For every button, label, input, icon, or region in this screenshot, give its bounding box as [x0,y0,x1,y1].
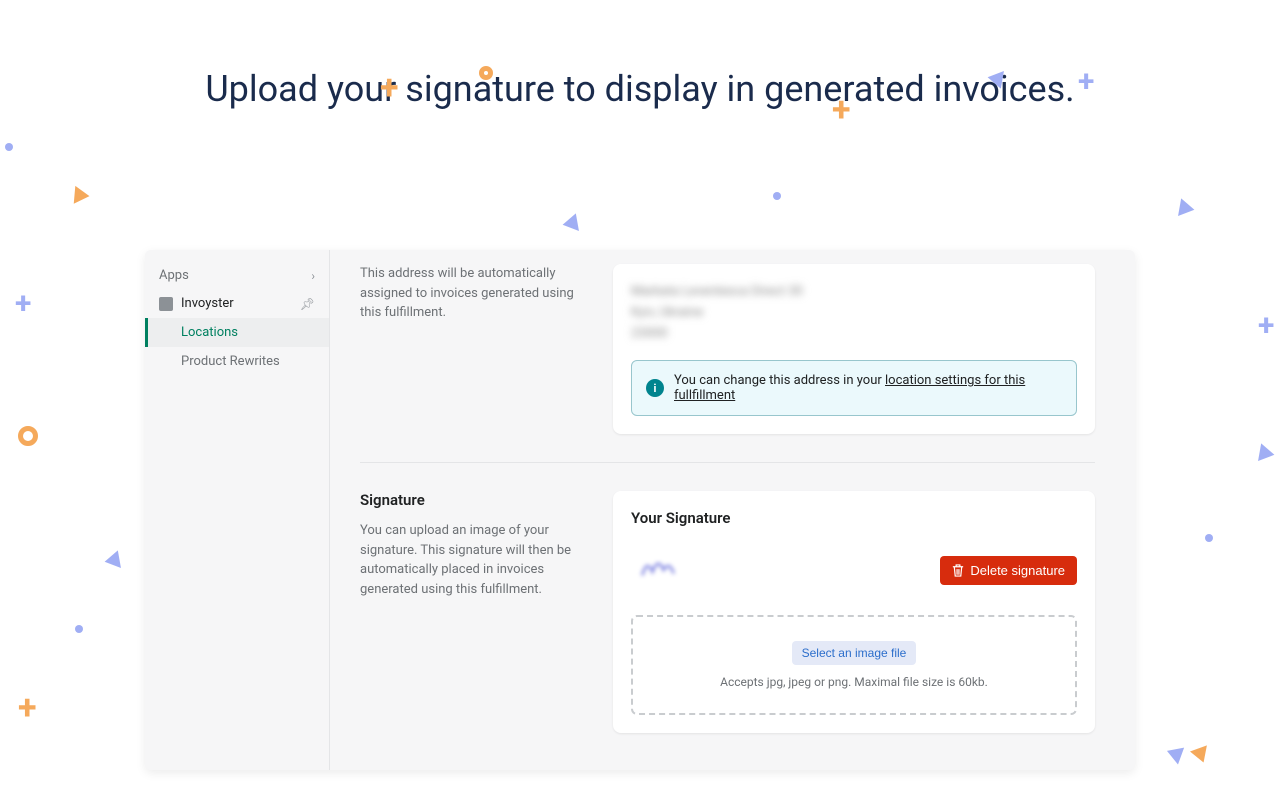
trash-icon [952,564,964,577]
sidebar-item-product-rewrites[interactable]: Product Rewrites [145,347,329,376]
sidebar-item-label: Product Rewrites [181,354,280,369]
sidebar-item-locations[interactable]: Locations [145,318,329,347]
sidebar: Apps › Invoyster 📌︎ Locations Product Re… [145,250,330,770]
deco-plus-icon: + [1078,64,1094,99]
deco-plus-icon: + [832,90,851,130]
signature-preview [631,545,687,595]
deco-triangle-icon [1190,745,1212,765]
signature-title: Signature [360,491,585,509]
deco-triangle-icon [1178,198,1196,218]
address-card: Markata Leventesca Direct 30 Kyiv, Ukrai… [613,264,1095,434]
deco-triangle-icon [74,186,91,205]
app-window: Apps › Invoyster 📌︎ Locations Product Re… [145,250,1135,770]
main-content: This address will be automatically assig… [330,250,1135,770]
delete-label: Delete signature [970,563,1065,578]
deco-triangle-icon [103,550,121,570]
deco-plus-icon: + [18,688,37,728]
sidebar-item-label: Locations [181,325,238,340]
deco-plus-icon: + [15,286,31,321]
pin-icon[interactable]: 📌︎ [300,297,315,311]
deco-triangle-icon [986,68,1004,88]
sidebar-app-invoyster[interactable]: Invoyster 📌︎ [145,289,329,318]
signature-section: Signature You can upload an image of you… [360,491,1095,761]
info-icon: i [646,379,664,397]
deco-circle-icon [773,192,781,200]
deco-triangle-icon [1258,443,1276,463]
deco-triangle-icon [561,213,579,233]
deco-circle-icon [5,143,13,151]
upload-dropzone[interactable]: Select an image file Accepts jpg, jpeg o… [631,615,1077,715]
deco-circle-icon [75,625,83,633]
sidebar-header-label: Apps [159,268,189,283]
deco-circle-icon [1205,534,1213,542]
info-banner: i You can change this address in your lo… [631,360,1077,416]
signature-image-icon [639,555,677,581]
sidebar-apps-header[interactable]: Apps › [145,262,329,289]
address-description: This address will be automatically assig… [360,264,585,323]
signature-description: You can upload an image of your signatur… [360,521,585,599]
delete-signature-button[interactable]: Delete signature [940,556,1077,585]
deco-circle-icon [18,426,38,446]
deco-circle-icon [479,66,493,80]
address-section: This address will be automatically assig… [360,264,1095,463]
deco-triangle-icon [1164,742,1184,764]
signature-card: Your Signature Delete signature [613,491,1095,733]
sidebar-app-label: Invoyster [181,296,234,311]
deco-plus-icon: + [380,68,399,108]
select-file-button[interactable]: Select an image file [792,641,917,665]
address-preview: Markata Leventesca Direct 30 Kyiv, Ukrai… [631,282,1077,344]
chevron-right-icon: › [311,269,315,283]
upload-hint: Accepts jpg, jpeg or png. Maximal file s… [657,675,1051,689]
your-signature-title: Your Signature [631,509,1077,527]
deco-plus-icon: + [1258,308,1274,343]
app-icon [159,297,173,311]
info-text: You can change this address in your loca… [674,373,1062,403]
